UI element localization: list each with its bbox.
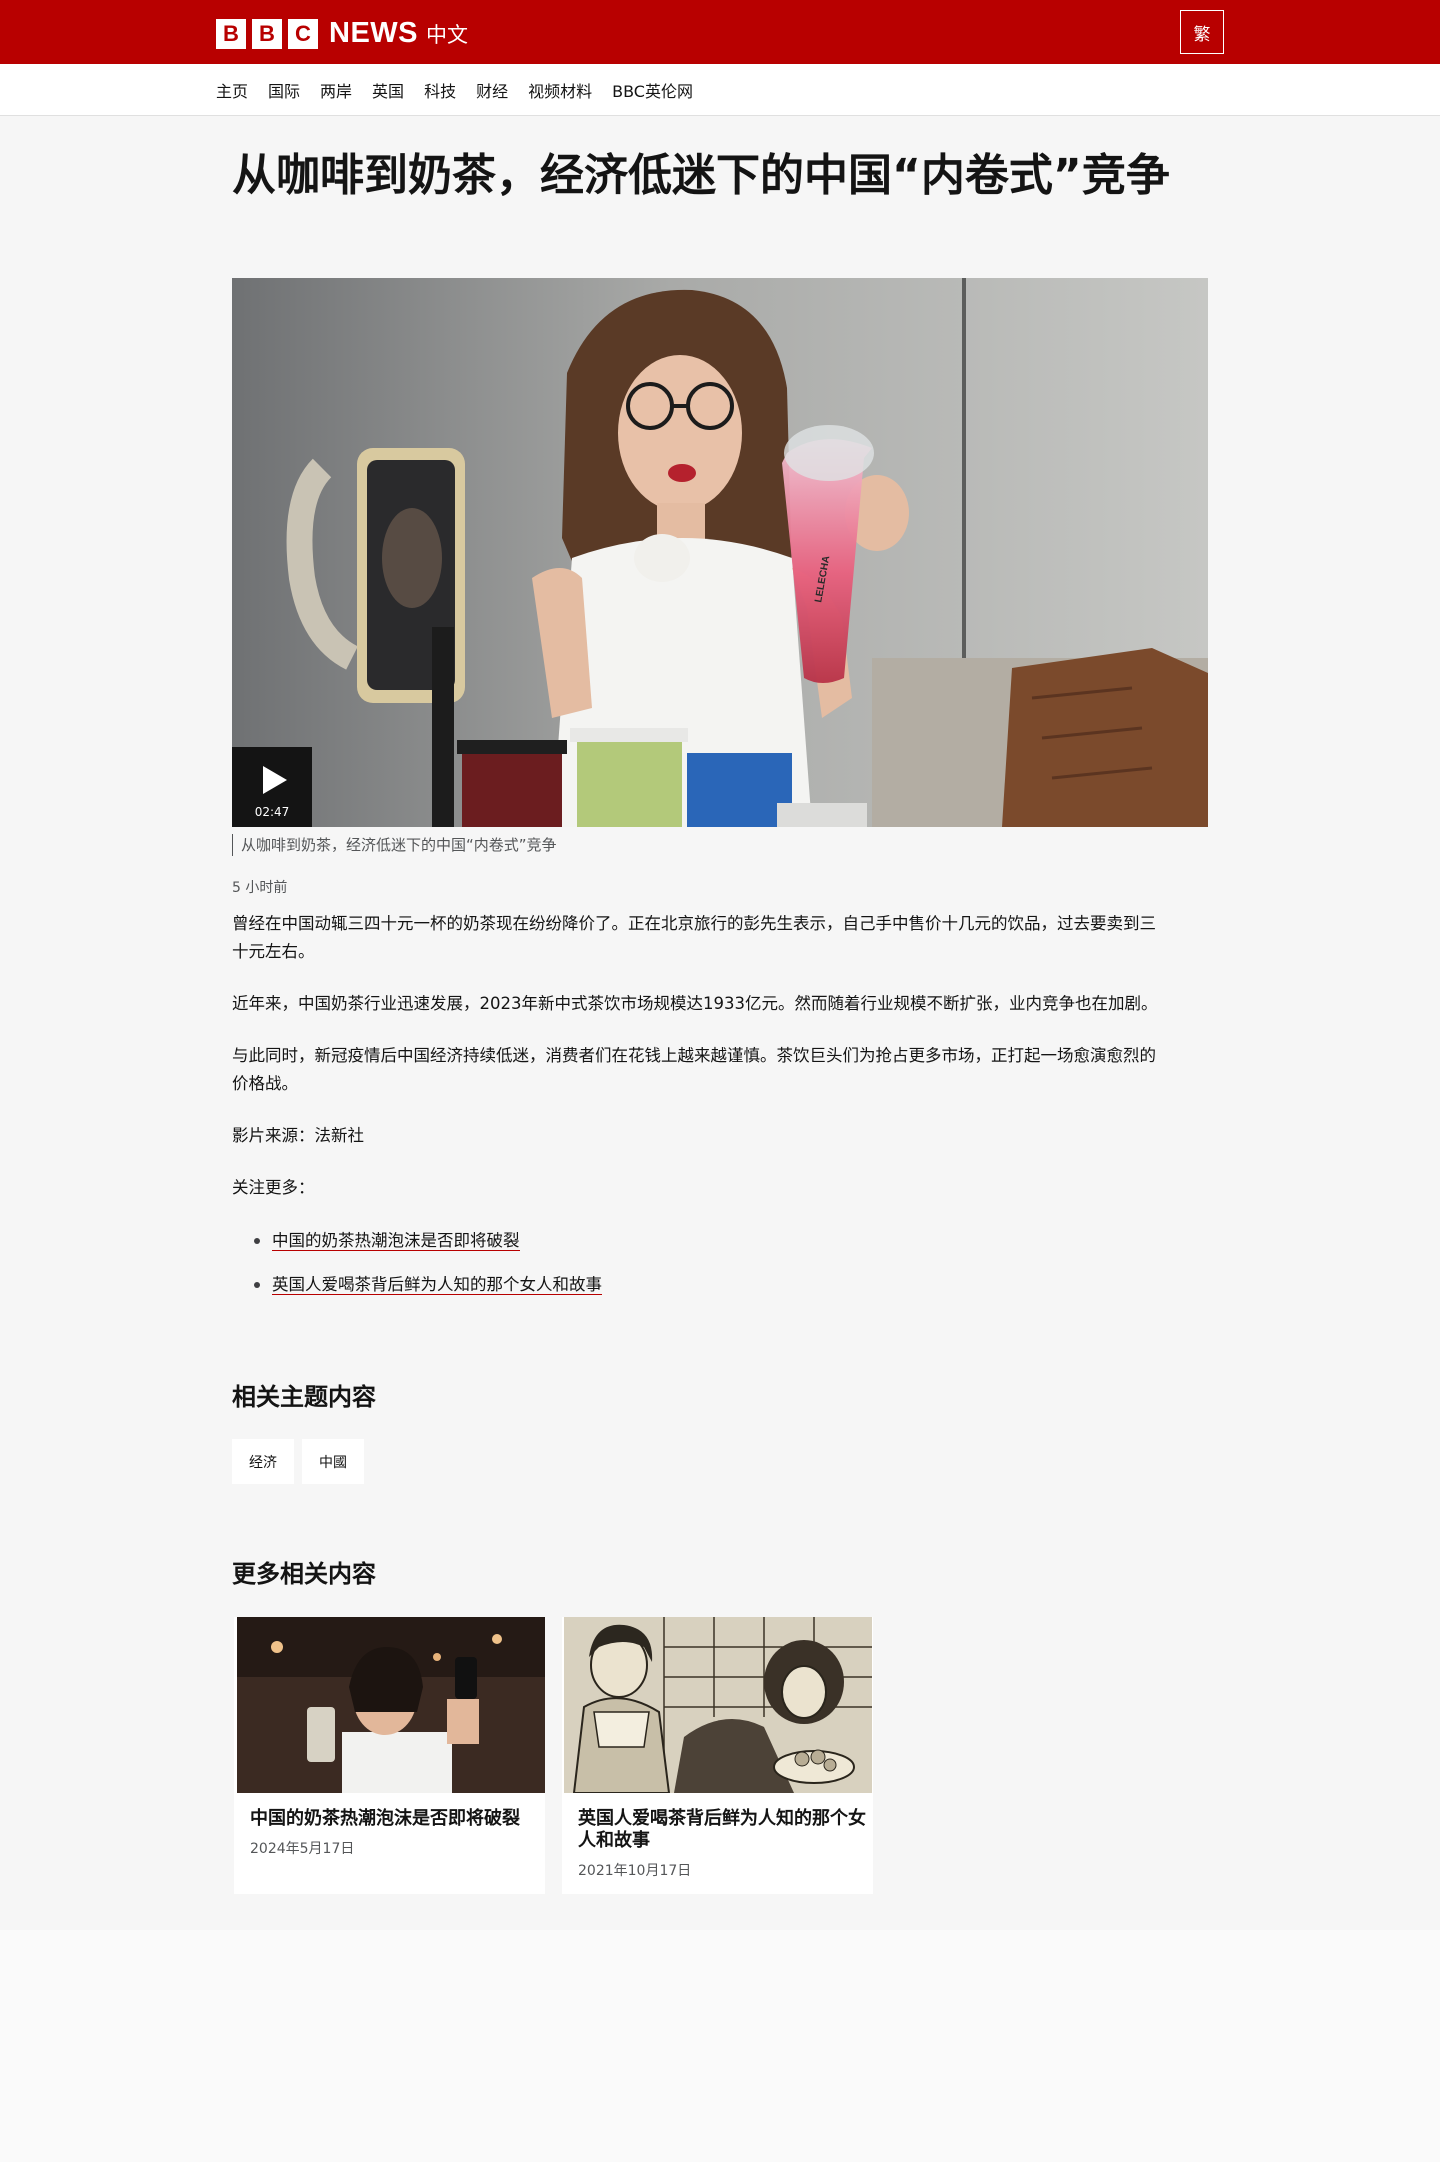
nav-item-uk[interactable]: 英国 — [372, 78, 404, 102]
article-paragraph-2: 近年来，中国奶茶行业迅速发展，2023年新中式茶饮市场规模达1933亿元。然而随… — [232, 994, 1158, 1013]
list-item: 英国人爱喝茶背后鲜为人知的那个女人和故事 — [254, 1271, 602, 1299]
topic-tag-china[interactable]: 中國 — [302, 1439, 364, 1484]
site-header: B B C NEWS 中文 繁 — [0, 0, 1440, 64]
bbc-news-logo[interactable]: B B C NEWS 中文 — [216, 17, 468, 50]
more-related-heading: 更多相关内容 — [232, 1560, 376, 1588]
related-story-card-2[interactable]: 英国人爱喝茶背后鲜为人知的那个女人和故事 2021年10月17日 — [562, 1617, 873, 1894]
bbc-logo-letter-b2: B — [252, 18, 282, 49]
card-1-image — [237, 1617, 545, 1793]
video-player[interactable]: LELECHA 02:47 — [232, 278, 1208, 827]
video-caption: 从咖啡到奶茶，经济低迷下的中国“内卷式”竞争 — [232, 834, 557, 856]
article-paragraph-3: 与此同时，新冠疫情后中国经济持续低迷，消费者们在花钱上越来越谨慎。茶饮巨头们为抢… — [232, 1046, 1156, 1093]
video-source-credit: 影片来源：法新社 — [232, 1126, 364, 1145]
play-icon — [263, 766, 287, 794]
nav-item-tech[interactable]: 科技 — [424, 78, 456, 102]
news-wordmark: NEWS — [329, 17, 418, 49]
nav-item-international[interactable]: 国际 — [268, 78, 300, 102]
play-video-button[interactable]: 02:47 — [232, 747, 312, 827]
topic-tag-economy[interactable]: 经济 — [232, 1439, 294, 1484]
article-headline: 从咖啡到奶茶，经济低迷下的中国“内卷式”竞争 — [232, 150, 1170, 201]
bbc-logo-letter-b1: B — [216, 18, 246, 49]
related-story-card-1[interactable]: 中国的奶茶热潮泡沫是否即将破裂 2024年5月17日 — [234, 1617, 545, 1894]
nav-item-bbc-uk-china[interactable]: BBC英伦网 — [612, 78, 693, 102]
related-topics-tags: 经济 中國 — [232, 1439, 372, 1484]
list-item: 中国的奶茶热潮泡沫是否即将破裂 — [254, 1227, 602, 1255]
follow-more-label: 关注更多： — [232, 1178, 315, 1197]
related-links-list: 中国的奶茶热潮泡沫是否即将破裂 英国人爱喝茶背后鲜为人知的那个女人和故事 — [254, 1227, 602, 1315]
related-link-milk-tea-bubble[interactable]: 中国的奶茶热潮泡沫是否即将破裂 — [272, 1231, 520, 1251]
article-paragraph-1: 曾经在中国动辄三四十元一杯的奶茶现在纷纷降价了。正在北京旅行的彭先生表示，自己手… — [232, 914, 1156, 961]
nav-item-cross-strait[interactable]: 两岸 — [320, 78, 352, 102]
card-2-date: 2021年10月17日 — [578, 1863, 692, 1879]
related-topics-heading: 相关主题内容 — [232, 1383, 376, 1411]
card-1-title: 中国的奶茶热潮泡沫是否即将破裂 — [250, 1808, 520, 1829]
article-timestamp: 5 小时前 — [232, 880, 288, 896]
related-link-british-tea-woman[interactable]: 英国人爱喝茶背后鲜为人知的那个女人和故事 — [272, 1275, 602, 1295]
main-navigation: 主页 国际 两岸 英国 科技 财经 视频材料 BBC英伦网 — [0, 64, 1440, 116]
card-1-date: 2024年5月17日 — [250, 1841, 355, 1857]
card-2-illustration — [564, 1617, 872, 1793]
video-thumbnail-image: LELECHA — [232, 278, 1208, 827]
video-duration: 02:47 — [254, 805, 290, 819]
chinese-edition-label: 中文 — [426, 22, 468, 47]
nav-item-finance[interactable]: 财经 — [476, 78, 508, 102]
nav-item-video[interactable]: 视频材料 — [528, 78, 592, 102]
nav-item-home[interactable]: 主页 — [216, 78, 248, 102]
card-2-image — [564, 1617, 872, 1793]
traditional-chinese-toggle-button[interactable]: 繁 — [1180, 10, 1224, 54]
bbc-logo-letter-c: C — [288, 18, 318, 49]
card-2-title: 英国人爱喝茶背后鲜为人知的那个女人和故事 — [578, 1808, 866, 1851]
card-1-photo — [237, 1617, 545, 1793]
